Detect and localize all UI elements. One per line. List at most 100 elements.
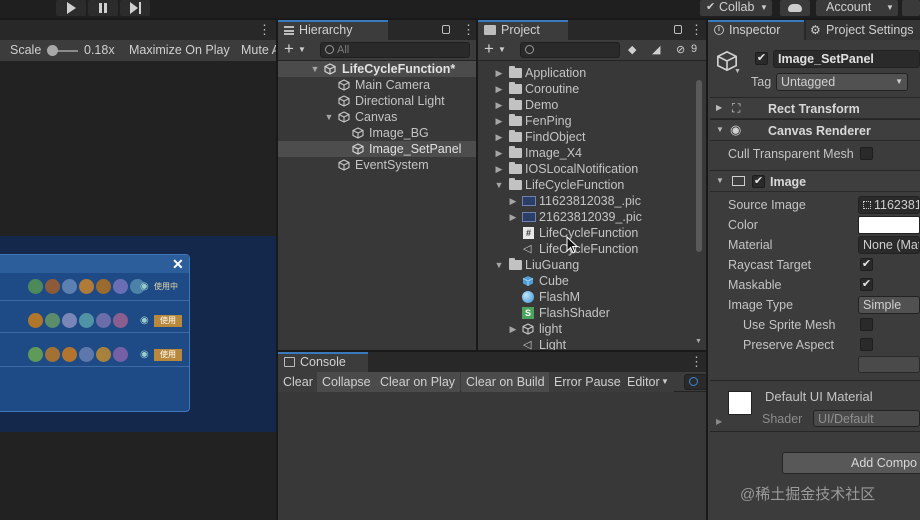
expand-arrow-icon[interactable]: ▶ bbox=[508, 209, 518, 225]
tree-item-main-camera[interactable]: Main Camera bbox=[278, 77, 476, 93]
color-field[interactable] bbox=[858, 216, 920, 234]
project-folder-demo[interactable]: ▶ Demo bbox=[478, 97, 706, 113]
add-icon[interactable]: + bbox=[484, 39, 494, 59]
cloud-button[interactable] bbox=[780, 0, 810, 16]
expand-arrow-icon[interactable]: ▶ bbox=[494, 97, 504, 113]
project-folder-image-x4[interactable]: ▶ Image_X4 bbox=[478, 145, 706, 161]
expand-arrow-icon[interactable]: ▼ bbox=[324, 109, 334, 125]
tab-console[interactable]: Console bbox=[278, 352, 368, 372]
console-search-input[interactable] bbox=[684, 374, 706, 390]
tab-project[interactable]: Project bbox=[478, 20, 568, 40]
image-enabled-checkbox[interactable]: ✔ bbox=[752, 175, 765, 188]
expand-arrow-icon[interactable]: ▶ bbox=[508, 321, 518, 337]
tree-item-canvas[interactable]: ▼ Canvas bbox=[278, 109, 476, 125]
project-asset-pic-1[interactable]: ▶ 11623812038_.pic bbox=[478, 193, 706, 209]
more-icon[interactable]: ⋮ bbox=[462, 23, 475, 37]
panel-divider[interactable] bbox=[476, 20, 478, 350]
more-icon[interactable]: ⋮ bbox=[690, 355, 703, 369]
mute-audio-toggle[interactable]: Mute A bbox=[241, 43, 276, 57]
hidden-packages-icon[interactable]: ⊘ bbox=[676, 43, 685, 56]
project-folder-ioslocalnotification[interactable]: ▶ IOSLocalNotification bbox=[478, 161, 706, 177]
set-native-size-button[interactable] bbox=[858, 356, 920, 373]
project-asset-pic-2[interactable]: ▶ 21623812039_.pic bbox=[478, 209, 706, 225]
chevron-down-icon[interactable]: ▼ bbox=[298, 45, 306, 54]
expand-arrow-icon[interactable]: ▶ bbox=[494, 65, 504, 81]
layout-button[interactable] bbox=[902, 0, 920, 16]
tag-dropdown[interactable]: Untagged ▼ bbox=[776, 73, 908, 91]
tree-item-eventsystem[interactable]: EventSystem bbox=[278, 157, 476, 173]
project-asset-light-prefab[interactable]: ▶ light bbox=[478, 321, 706, 337]
expand-arrow-icon[interactable]: ▼ bbox=[310, 61, 320, 77]
component-image-header[interactable]: ▼ ✔ Image bbox=[710, 170, 920, 192]
project-folder-findobject[interactable]: ▶ FindObject bbox=[478, 129, 706, 145]
filter-by-type-icon[interactable]: ◆ bbox=[628, 43, 636, 56]
tab-inspector[interactable]: i Inspector bbox=[708, 20, 804, 40]
use-sprite-mesh-checkbox[interactable] bbox=[860, 318, 873, 331]
chevron-down-icon[interactable]: ▼ bbox=[734, 68, 741, 75]
tree-item-scene[interactable]: ▼ LifeCycleFunction* bbox=[278, 61, 476, 77]
collapse-arrow-icon[interactable]: ▶ bbox=[716, 417, 722, 426]
scroll-down-arrow-icon[interactable]: ▼ bbox=[695, 338, 702, 345]
add-icon[interactable]: + bbox=[284, 39, 294, 59]
account-button[interactable]: Account ▼ bbox=[816, 0, 898, 16]
filter-by-label-icon[interactable]: ◢ bbox=[652, 43, 660, 56]
add-component-button[interactable]: Add Compo bbox=[782, 452, 920, 474]
panel-divider[interactable] bbox=[706, 20, 708, 520]
panel-divider[interactable] bbox=[278, 350, 706, 352]
project-folder-coroutine[interactable]: ▶ Coroutine bbox=[478, 81, 706, 97]
project-folder-application[interactable]: ▶ Application bbox=[478, 65, 706, 81]
expand-arrow-icon[interactable]: ▼ bbox=[494, 257, 504, 273]
panel-divider[interactable] bbox=[276, 20, 278, 520]
project-scrollbar[interactable] bbox=[696, 80, 702, 252]
lock-icon[interactable] bbox=[442, 25, 450, 34]
play-button[interactable] bbox=[56, 0, 86, 16]
project-asset-script[interactable]: # LifeCycleFunction bbox=[478, 225, 706, 241]
more-icon[interactable]: ⋮ bbox=[690, 23, 703, 37]
use-button[interactable]: 使用 bbox=[154, 315, 182, 327]
project-folder-fenping[interactable]: ▶ FenPing bbox=[478, 113, 706, 129]
use-button[interactable]: 使用 bbox=[154, 349, 182, 361]
close-icon[interactable]: ✕ bbox=[172, 255, 184, 273]
expand-arrow-icon[interactable]: ▶ bbox=[508, 193, 518, 209]
project-search-input[interactable] bbox=[520, 42, 620, 58]
tree-item-image-bg[interactable]: Image_BG bbox=[278, 125, 476, 141]
project-folder-lifecyclefunction[interactable]: ▼ LifeCycleFunction bbox=[478, 177, 706, 193]
scale-slider-handle[interactable] bbox=[47, 45, 58, 56]
console-clear-button[interactable]: Clear bbox=[278, 372, 318, 392]
tab-hierarchy[interactable]: Hierarchy bbox=[278, 20, 388, 40]
chevron-down-icon[interactable]: ▼ bbox=[498, 45, 506, 54]
expand-arrow-icon[interactable]: ▶ bbox=[494, 145, 504, 161]
project-asset-flashshader[interactable]: S FlashShader bbox=[478, 305, 706, 321]
preserve-aspect-checkbox[interactable] bbox=[860, 338, 873, 351]
expand-arrow-icon[interactable]: ▶ bbox=[494, 129, 504, 145]
tree-item-directional-light[interactable]: Directional Light bbox=[278, 93, 476, 109]
source-image-field[interactable]: 11623812 bbox=[858, 196, 920, 214]
object-name-input[interactable]: Image_SetPanel bbox=[773, 50, 920, 68]
expand-arrow-icon[interactable]: ▶ bbox=[494, 161, 504, 177]
console-clear-on-build-toggle[interactable]: Clear on Build bbox=[461, 372, 550, 392]
collab-button[interactable]: ✔ Collab ▼ bbox=[700, 0, 772, 16]
console-collapse-toggle[interactable]: Collapse bbox=[317, 372, 376, 392]
maskable-checkbox[interactable]: ✔ bbox=[860, 278, 873, 291]
lock-icon[interactable] bbox=[674, 25, 682, 34]
expand-arrow-icon[interactable]: ▶ bbox=[494, 81, 504, 97]
expand-arrow-icon[interactable]: ▼ bbox=[494, 177, 504, 193]
project-asset-cube[interactable]: Cube bbox=[478, 273, 706, 289]
maximize-on-play-toggle[interactable]: Maximize On Play bbox=[129, 43, 230, 57]
project-asset-scene[interactable]: ◁ LifeCycleFunction bbox=[478, 241, 706, 257]
component-canvas-renderer-header[interactable]: ▼ ◉ Canvas Renderer bbox=[710, 119, 920, 141]
tree-item-image-setpanel[interactable]: Image_SetPanel bbox=[278, 141, 476, 157]
raycast-target-checkbox[interactable]: ✔ bbox=[860, 258, 873, 271]
image-type-dropdown[interactable]: Simple bbox=[858, 296, 920, 314]
console-clear-on-play-toggle[interactable]: Clear on Play bbox=[375, 372, 461, 392]
project-asset-light-scene[interactable]: ◁ Light bbox=[478, 337, 706, 350]
component-rect-transform-header[interactable]: ▶ ⛶ Rect Transform bbox=[710, 97, 920, 119]
shader-dropdown[interactable]: UI/Default bbox=[813, 410, 920, 427]
project-asset-flashm[interactable]: FlashM bbox=[478, 289, 706, 305]
pause-button[interactable] bbox=[88, 0, 118, 16]
expand-arrow-icon[interactable]: ▶ bbox=[494, 113, 504, 129]
step-button[interactable] bbox=[120, 0, 150, 16]
project-folder-liuguang[interactable]: ▼ LiuGuang bbox=[478, 257, 706, 273]
active-checkbox[interactable]: ✔ bbox=[755, 52, 768, 65]
console-error-pause-toggle[interactable]: Error Pause bbox=[549, 372, 626, 392]
